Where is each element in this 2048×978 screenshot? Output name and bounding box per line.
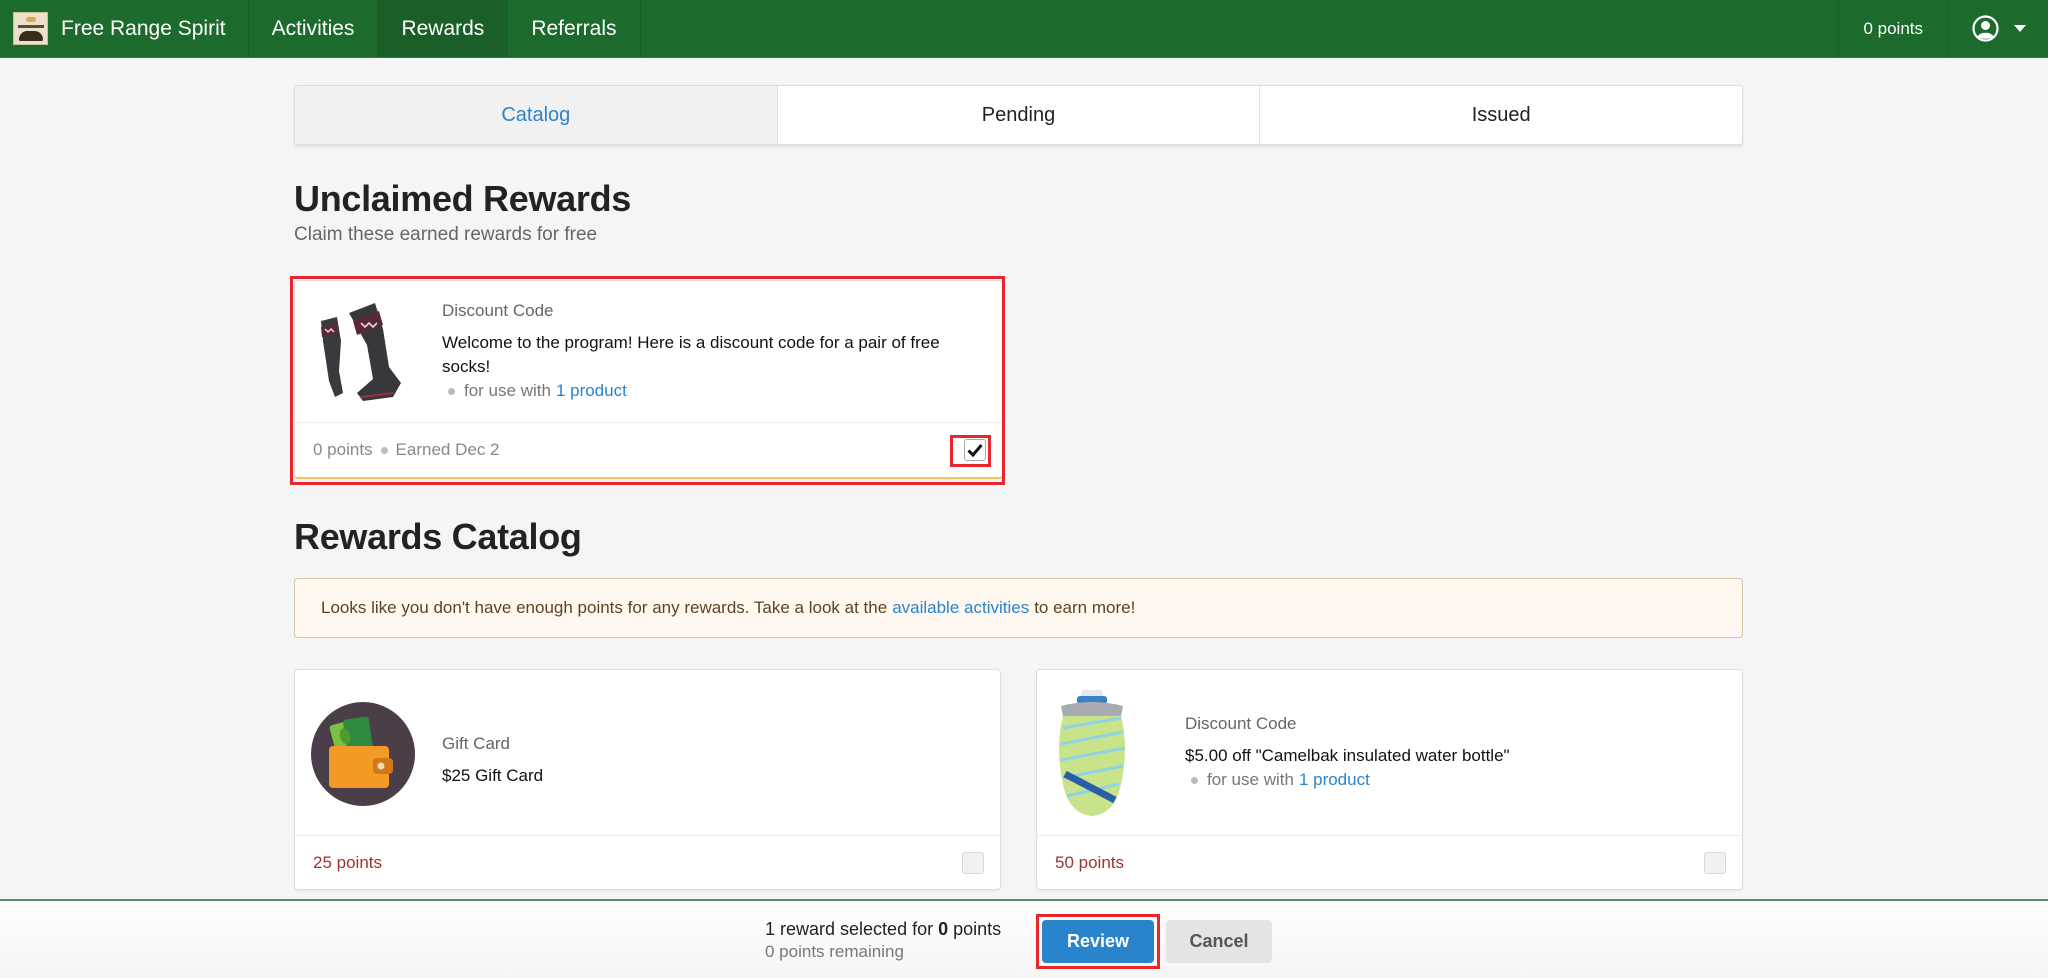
brand-logo — [13, 12, 48, 45]
reward-title: $5.00 off "Camelbak insulated water bott… — [1185, 746, 1510, 765]
unclaimed-subtitle: Claim these earned rewards for free — [294, 224, 598, 245]
catalog-title: Rewards Catalog — [294, 516, 582, 557]
tab-catalog[interactable]: Catalog — [295, 86, 778, 144]
bullet-icon — [448, 387, 455, 395]
reward-select-checkbox[interactable] — [962, 851, 984, 874]
selection-points-value: 0 — [938, 919, 949, 939]
selection-count: 1 reward selected for 0 points — [765, 919, 1001, 940]
chevron-down-icon — [2014, 25, 2026, 32]
unclaimed-title: Unclaimed Rewards — [294, 178, 632, 219]
reward-points: 25 points — [313, 852, 382, 872]
alert-text-end: to earn more! — [1034, 598, 1136, 617]
reward-type: Discount Code — [442, 301, 554, 320]
selection-count-text: 1 reward selected for — [765, 919, 934, 939]
catalog-reward-card[interactable]: Gift Card $25 Gift Card 25 points — [294, 669, 1001, 890]
nav-item-rewards[interactable]: Rewards — [378, 0, 509, 57]
review-button[interactable]: Review — [1042, 920, 1154, 963]
catalog-reward-card[interactable]: Discount Code $5.00 off "Camelbak insula… — [1036, 669, 1743, 890]
unclaimed-reward-card[interactable]: Discount Code Welcome to the program! He… — [294, 280, 1003, 479]
reward-points: 0 points — [313, 440, 373, 459]
reward-meta: for use with 1 product — [442, 381, 982, 401]
insufficient-points-alert: Looks like you don't have enough points … — [294, 578, 1743, 638]
nav-item-referrals[interactable]: Referrals — [508, 0, 641, 57]
product-link[interactable]: 1 product — [556, 381, 627, 401]
brand-name: Free Range Spirit — [61, 16, 226, 40]
brand[interactable]: Free Range Spirit — [0, 0, 249, 57]
nav-item-activities[interactable]: Activities — [249, 0, 379, 57]
selection-summary: 1 reward selected for 0 points 0 points … — [765, 919, 1001, 962]
reward-details: Discount Code $5.00 off "Camelbak insula… — [1185, 714, 1722, 790]
wallet-image — [311, 702, 415, 811]
selection-points-suffix: points — [953, 919, 1002, 939]
socks-image — [309, 301, 419, 416]
tab-issued[interactable]: Issued — [1260, 86, 1742, 144]
reward-details: Discount Code Welcome to the program! He… — [442, 301, 982, 401]
reward-meta-prefix: for use with — [1207, 770, 1294, 789]
cancel-button[interactable]: Cancel — [1166, 920, 1272, 963]
top-nav: Free Range Spirit Activities Rewards Ref… — [0, 0, 2048, 58]
reward-type: Gift Card — [442, 734, 511, 753]
reward-earned-date: Earned Dec 2 — [395, 440, 500, 459]
reward-select-checkbox[interactable] — [964, 439, 986, 461]
reward-title: $25 Gift Card — [442, 766, 544, 785]
reward-footer: 25 points — [295, 835, 1000, 889]
checkmark-icon — [967, 444, 983, 457]
reward-meta: for use with 1 product — [1185, 770, 1722, 790]
user-circle-icon — [1972, 15, 1999, 42]
reward-type: Discount Code — [1185, 714, 1297, 733]
points-remaining: 0 points remaining — [765, 942, 904, 961]
user-menu[interactable] — [1947, 0, 2048, 57]
reward-meta-prefix: for use with — [464, 381, 551, 400]
available-activities-link[interactable]: available activities — [892, 598, 1029, 618]
tab-pending[interactable]: Pending — [778, 86, 1261, 144]
water-bottle-image — [1055, 688, 1129, 823]
selection-bar: 1 reward selected for 0 points 0 points … — [0, 899, 2048, 978]
bullet-icon — [1191, 776, 1198, 784]
product-link[interactable]: 1 product — [1299, 770, 1370, 790]
reward-points: 50 points — [1055, 852, 1124, 872]
bullet-icon — [380, 446, 388, 454]
reward-title: Welcome to the program! Here is a discou… — [442, 333, 940, 376]
reward-footer: 50 points — [1037, 835, 1742, 889]
alert-text: Looks like you don't have enough points … — [321, 598, 888, 617]
reward-select-checkbox[interactable] — [1704, 851, 1726, 874]
reward-details: Gift Card $25 Gift Card — [442, 734, 980, 788]
reward-footer: 0 points Earned Dec 2 — [295, 422, 1002, 477]
nav-points: 0 points — [1838, 0, 1947, 57]
rewards-tabs: Catalog Pending Issued — [294, 85, 1743, 145]
